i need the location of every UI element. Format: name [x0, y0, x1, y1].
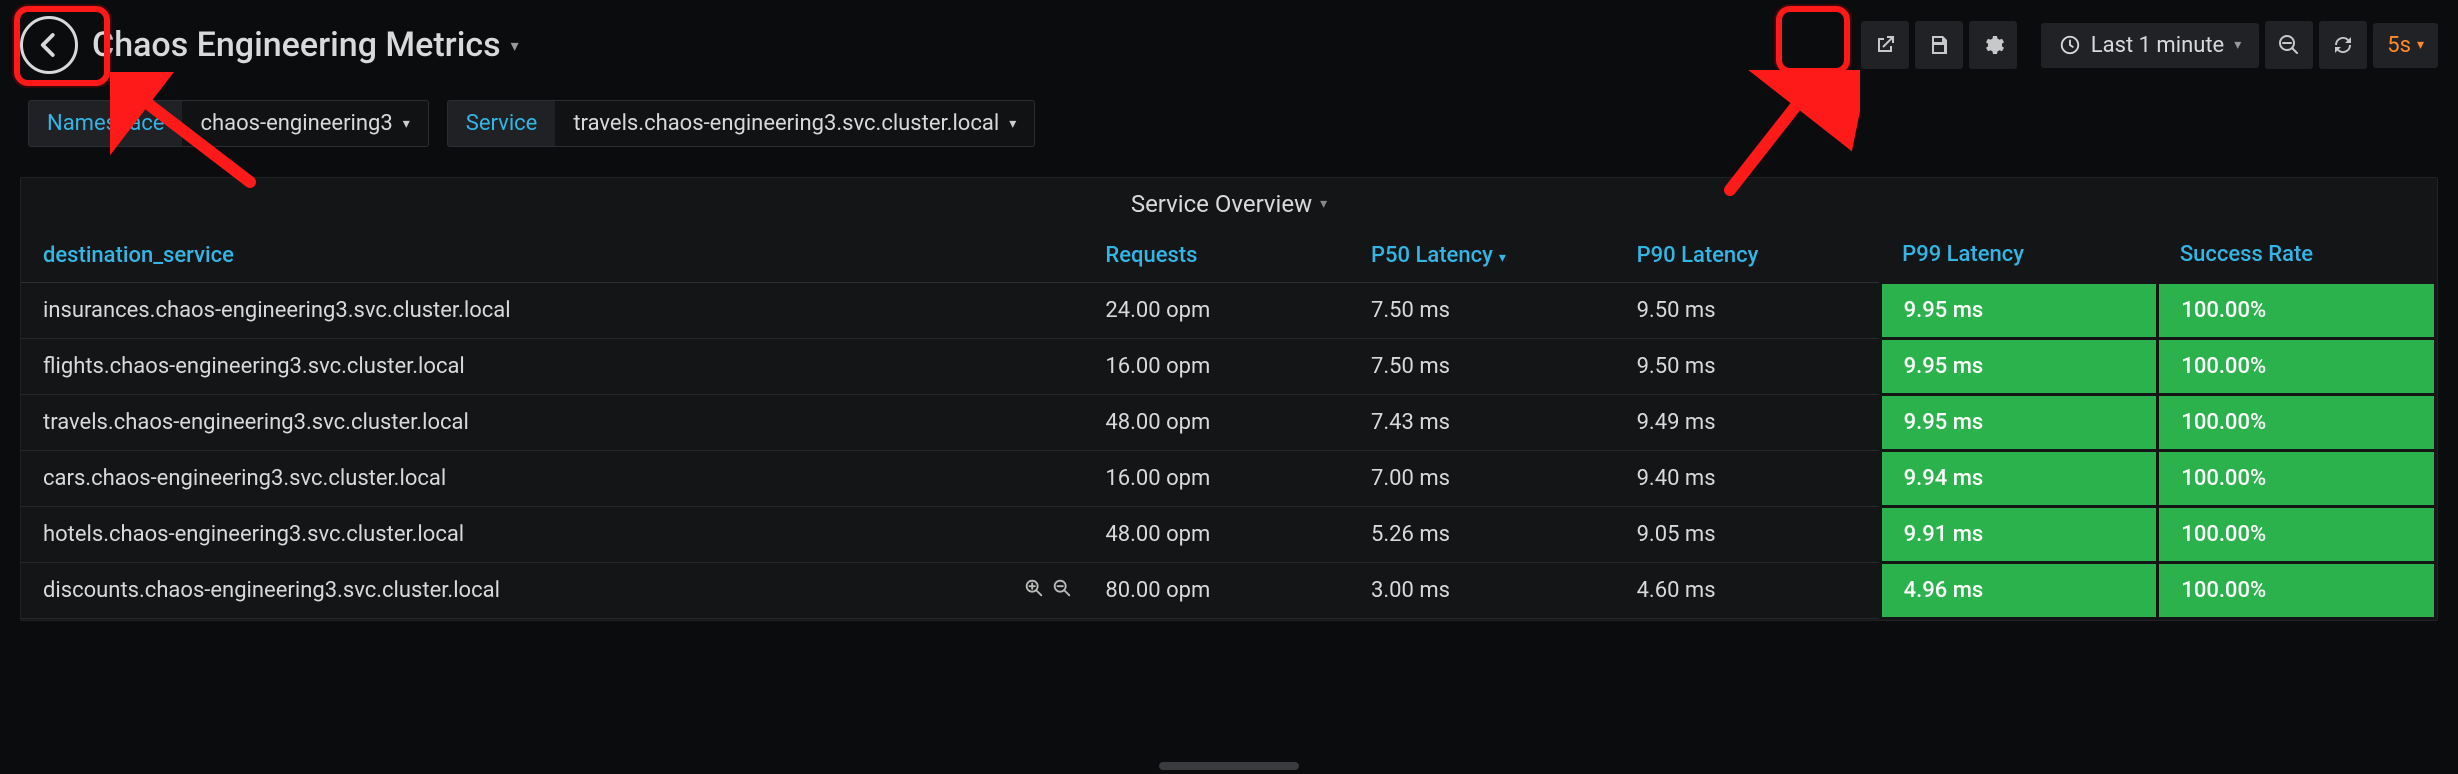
cell-p99: 9.94 ms — [1880, 451, 2158, 507]
panel-title: Service Overview — [1131, 190, 1312, 218]
share-icon — [1873, 33, 1897, 57]
time-range-picker[interactable]: Last 1 minute ▾ — [2041, 23, 2259, 68]
table-row[interactable]: cars.chaos-engineering3.svc.cluster.loca… — [21, 451, 2436, 507]
variable-namespace: Namespace chaos-engineering3 ▾ — [28, 100, 429, 147]
save-button[interactable] — [1915, 21, 1963, 69]
zoom-out-button[interactable] — [2265, 21, 2313, 69]
variable-service: Service travels.chaos-engineering3.svc.c… — [447, 100, 1035, 147]
cell-p50: 7.50 ms — [1349, 283, 1615, 339]
cell-p50: 7.00 ms — [1349, 451, 1615, 507]
caret-down-icon: ▾ — [2234, 37, 2241, 53]
variable-service-label: Service — [448, 101, 556, 146]
cell-req: 24.00 opm — [1083, 283, 1349, 339]
cell-success: 100.00% — [2158, 507, 2436, 563]
cell-req: 48.00 opm — [1083, 507, 1349, 563]
service-overview-panel: Service Overview ▾ destination_service R… — [20, 177, 2438, 621]
refresh-interval-picker[interactable]: 5s ▾ — [2373, 23, 2438, 68]
variable-namespace-label: Namespace — [29, 101, 182, 146]
cell-p90: 4.60 ms — [1615, 563, 1881, 619]
cell-p90: 9.05 ms — [1615, 507, 1881, 563]
sort-desc-icon: ▾ — [1499, 250, 1506, 266]
column-header-p50[interactable]: P50 Latency▾ — [1349, 228, 1615, 283]
variable-namespace-value-text: chaos-engineering3 — [200, 111, 392, 136]
caret-down-icon: ▾ — [2417, 37, 2424, 53]
cell-success: 100.00% — [2158, 395, 2436, 451]
table-row[interactable]: hotels.chaos-engineering3.svc.cluster.lo… — [21, 507, 2436, 563]
clock-icon — [2059, 34, 2081, 56]
refresh-interval-value: 5s — [2387, 33, 2411, 58]
column-header-destination[interactable]: destination_service — [21, 228, 1083, 283]
cell-destination: cars.chaos-engineering3.svc.cluster.loca… — [21, 451, 1083, 507]
column-header-p90[interactable]: P90 Latency — [1615, 228, 1881, 283]
refresh-button[interactable] — [2319, 21, 2367, 69]
cell-p99: 9.91 ms — [1880, 507, 2158, 563]
refresh-icon — [2331, 33, 2355, 57]
cell-p50: 7.50 ms — [1349, 339, 1615, 395]
cell-p90: 9.50 ms — [1615, 339, 1881, 395]
cell-success: 100.00% — [2158, 451, 2436, 507]
cell-destination: travels.chaos-engineering3.svc.cluster.l… — [21, 395, 1083, 451]
cell-success: 100.00% — [2158, 339, 2436, 395]
row-hover-tools — [1023, 577, 1073, 605]
caret-down-icon: ▾ — [403, 116, 410, 132]
dashboard-header: Chaos Engineering Metrics ▾ Last 1 minut… — [0, 0, 2458, 84]
variable-service-value[interactable]: travels.chaos-engineering3.svc.cluster.l… — [555, 101, 1034, 146]
cell-p99: 4.96 ms — [1880, 563, 2158, 619]
save-icon — [1927, 33, 1951, 57]
cell-req: 80.00 opm — [1083, 563, 1349, 619]
cell-p90: 9.40 ms — [1615, 451, 1881, 507]
variable-service-value-text: travels.chaos-engineering3.svc.cluster.l… — [573, 111, 999, 136]
filter-for-button[interactable] — [1023, 577, 1045, 605]
column-header-requests[interactable]: Requests — [1083, 228, 1349, 283]
caret-down-icon: ▾ — [1320, 196, 1327, 212]
cell-destination: discounts.chaos-engineering3.svc.cluster… — [21, 563, 1083, 619]
cell-p50: 7.43 ms — [1349, 395, 1615, 451]
cell-destination: hotels.chaos-engineering3.svc.cluster.lo… — [21, 507, 1083, 563]
table-row[interactable]: flights.chaos-engineering3.svc.cluster.l… — [21, 339, 2436, 395]
template-variable-row: Namespace chaos-engineering3 ▾ Service t… — [0, 84, 2458, 163]
filter-out-button[interactable] — [1051, 577, 1073, 605]
variable-namespace-value[interactable]: chaos-engineering3 ▾ — [182, 101, 427, 146]
share-button[interactable] — [1861, 21, 1909, 69]
column-header-p99[interactable]: P99 Latency — [1880, 228, 2158, 283]
cell-req: 48.00 opm — [1083, 395, 1349, 451]
toolbar-dashboard-actions — [1861, 21, 2017, 69]
cell-destination: flights.chaos-engineering3.svc.cluster.l… — [21, 339, 1083, 395]
cell-p99: 9.95 ms — [1880, 339, 2158, 395]
horizontal-scroll-handle[interactable] — [1159, 762, 1299, 770]
settings-button[interactable] — [1969, 21, 2017, 69]
arrow-left-icon — [34, 30, 64, 60]
caret-down-icon: ▾ — [1009, 116, 1016, 132]
cell-success: 100.00% — [2158, 283, 2436, 339]
table-row[interactable]: discounts.chaos-engineering3.svc.cluster… — [21, 563, 2436, 619]
gear-icon — [1981, 33, 2005, 57]
dashboard-title-dropdown[interactable]: Chaos Engineering Metrics ▾ — [92, 25, 519, 65]
cell-req: 16.00 opm — [1083, 451, 1349, 507]
cell-req: 16.00 opm — [1083, 339, 1349, 395]
cell-success: 100.00% — [2158, 563, 2436, 619]
service-overview-table: destination_service Requests P50 Latency… — [21, 228, 2437, 620]
cell-p50: 5.26 ms — [1349, 507, 1615, 563]
cell-p50: 3.00 ms — [1349, 563, 1615, 619]
cell-p99: 9.95 ms — [1880, 283, 2158, 339]
column-header-success[interactable]: Success Rate — [2158, 228, 2436, 283]
table-row[interactable]: insurances.chaos-engineering3.svc.cluste… — [21, 283, 2436, 339]
back-button[interactable] — [20, 16, 78, 74]
cell-p90: 9.50 ms — [1615, 283, 1881, 339]
zoom-out-icon — [2277, 33, 2301, 57]
cell-p90: 9.49 ms — [1615, 395, 1881, 451]
cell-destination: insurances.chaos-engineering3.svc.cluste… — [21, 283, 1083, 339]
panel-title-dropdown[interactable]: Service Overview ▾ — [21, 178, 2437, 228]
toolbar-time-controls: Last 1 minute ▾ 5s ▾ — [2041, 21, 2438, 69]
dashboard-title: Chaos Engineering Metrics — [92, 25, 501, 65]
cell-p99: 9.95 ms — [1880, 395, 2158, 451]
caret-down-icon: ▾ — [511, 36, 519, 55]
table-row[interactable]: travels.chaos-engineering3.svc.cluster.l… — [21, 395, 2436, 451]
time-range-label: Last 1 minute — [2091, 33, 2224, 58]
